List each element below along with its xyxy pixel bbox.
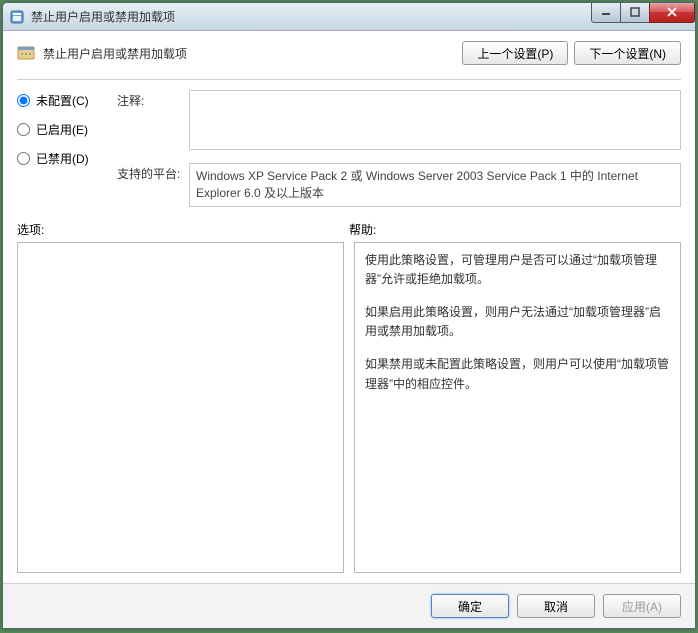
- content-area: 禁止用户启用或禁用加载项 上一个设置(P) 下一个设置(N) 未配置(C) 已启…: [3, 31, 695, 583]
- radio-enabled[interactable]: 已启用(E): [17, 121, 117, 138]
- radio-not-configured-input[interactable]: [17, 94, 30, 107]
- window-title: 禁止用户启用或禁用加载项: [31, 8, 592, 25]
- lower-labels: 选项: 帮助:: [17, 221, 681, 238]
- help-paragraph: 使用此策略设置，可管理用户是否可以通过“加载项管理器”允许或拒绝加载项。: [365, 251, 670, 289]
- help-paragraph: 如果启用此策略设置，则用户无法通过“加载项管理器”启用或禁用加载项。: [365, 303, 670, 341]
- radio-disabled-label: 已禁用(D): [36, 150, 89, 167]
- radio-not-configured[interactable]: 未配置(C): [17, 92, 117, 109]
- help-paragraph: 如果禁用或未配置此策略设置，则用户可以使用“加载项管理器”中的相应控件。: [365, 355, 670, 393]
- window-controls: [592, 3, 695, 23]
- next-setting-button[interactable]: 下一个设置(N): [574, 41, 681, 65]
- cancel-button[interactable]: 取消: [517, 594, 595, 618]
- footer: 确定 取消 应用(A): [3, 583, 695, 628]
- titlebar[interactable]: 禁止用户启用或禁用加载项: [3, 3, 695, 31]
- radio-column: 未配置(C) 已启用(E) 已禁用(D): [17, 90, 117, 207]
- config-area: 未配置(C) 已启用(E) 已禁用(D) 注释:: [17, 90, 681, 207]
- radio-not-configured-label: 未配置(C): [36, 92, 89, 109]
- previous-setting-button[interactable]: 上一个设置(P): [462, 41, 568, 65]
- header-row: 禁止用户启用或禁用加载项 上一个设置(P) 下一个设置(N): [17, 41, 681, 65]
- help-panel: 使用此策略设置，可管理用户是否可以通过“加载项管理器”允许或拒绝加载项。 如果启…: [354, 242, 681, 573]
- dialog-window: 禁止用户启用或禁用加载项: [2, 2, 696, 629]
- comment-textarea[interactable]: [189, 90, 681, 150]
- divider: [17, 79, 681, 80]
- maximize-button[interactable]: [620, 3, 650, 23]
- policy-icon: [17, 44, 35, 62]
- close-icon: [666, 7, 678, 17]
- ok-button[interactable]: 确定: [431, 594, 509, 618]
- close-button[interactable]: [649, 3, 695, 23]
- radio-enabled-label: 已启用(E): [36, 121, 88, 138]
- maximize-icon: [630, 7, 640, 17]
- supported-platform-text: Windows XP Service Pack 2 或 Windows Serv…: [189, 163, 681, 207]
- options-panel: [17, 242, 344, 573]
- minimize-icon: [601, 7, 611, 17]
- apply-button[interactable]: 应用(A): [603, 594, 681, 618]
- panels: 使用此策略设置，可管理用户是否可以通过“加载项管理器”允许或拒绝加载项。 如果启…: [17, 242, 681, 573]
- platform-label: 支持的平台:: [117, 163, 189, 207]
- radio-enabled-input[interactable]: [17, 123, 30, 136]
- radio-disabled-input[interactable]: [17, 152, 30, 165]
- radio-disabled[interactable]: 已禁用(D): [17, 150, 117, 167]
- policy-title: 禁止用户启用或禁用加载项: [43, 45, 456, 62]
- options-label: 选项:: [17, 221, 349, 238]
- app-icon: [9, 9, 25, 25]
- minimize-button[interactable]: [591, 3, 621, 23]
- help-label: 帮助:: [349, 221, 681, 238]
- comment-label: 注释:: [117, 90, 189, 153]
